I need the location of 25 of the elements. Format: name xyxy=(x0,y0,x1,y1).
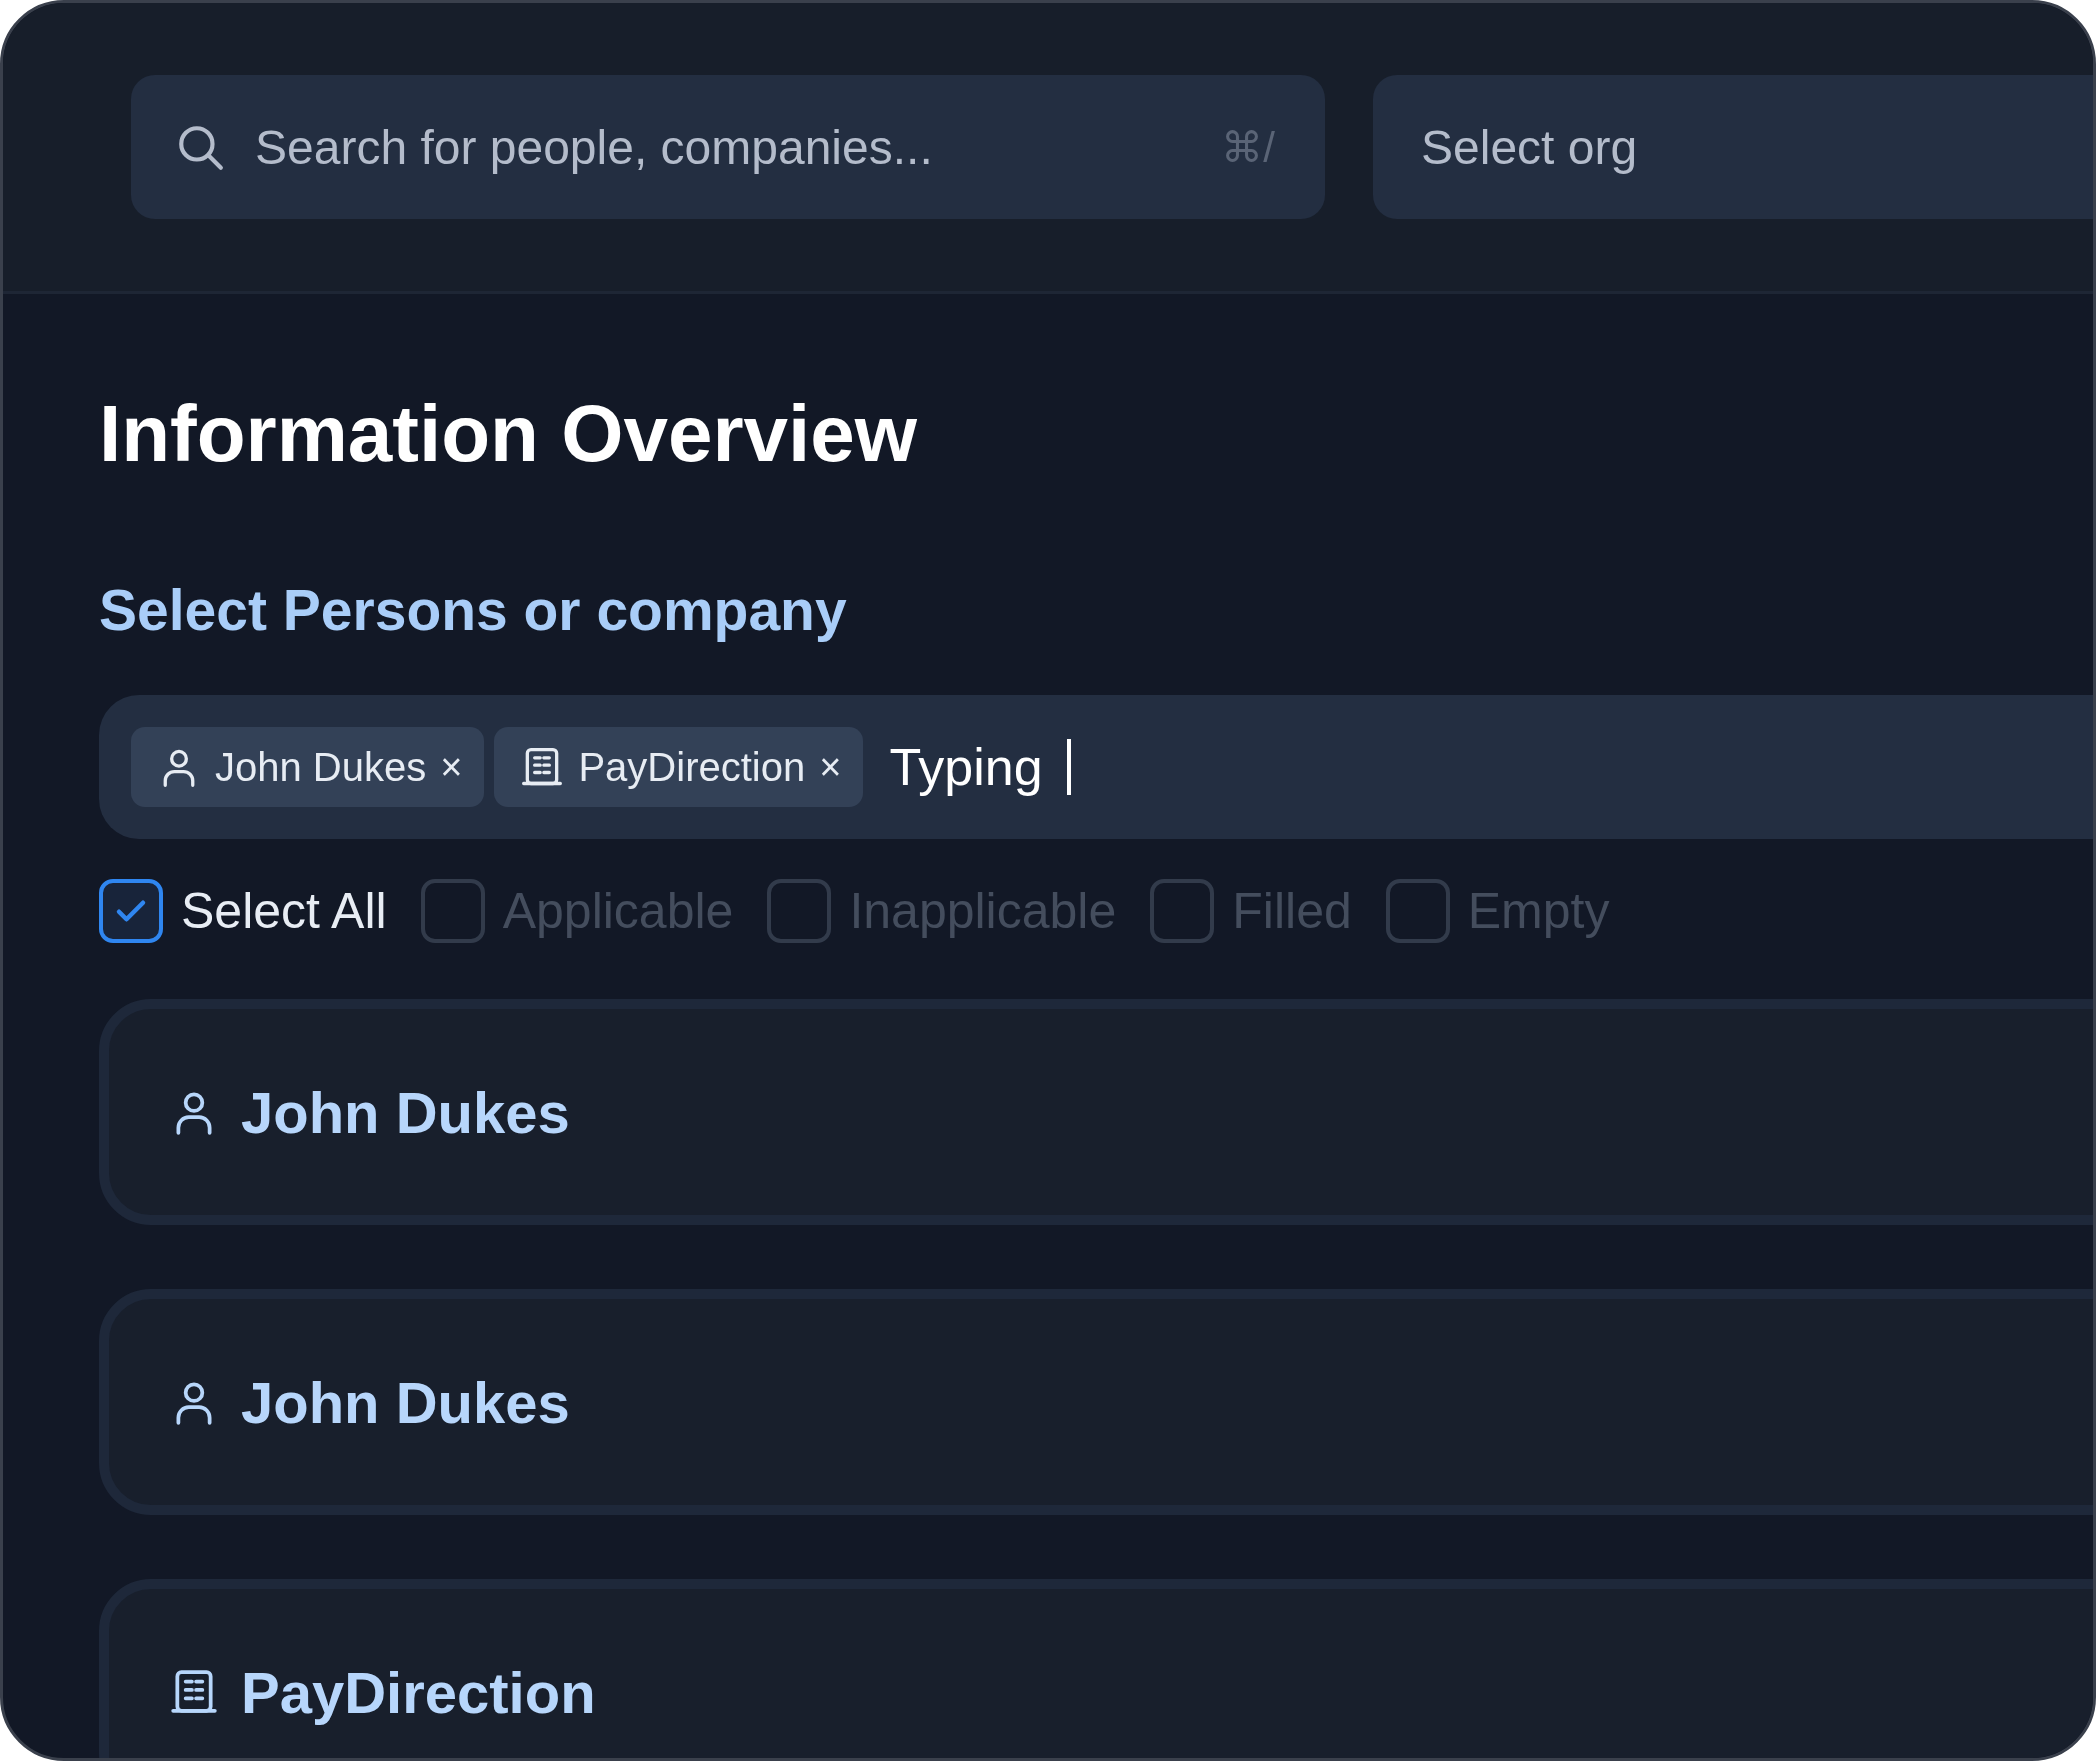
checkbox[interactable] xyxy=(420,879,485,943)
org-select[interactable]: Select org xyxy=(1373,75,2093,219)
entity-card[interactable]: John Dukes xyxy=(99,1289,2093,1515)
entity-card[interactable]: John Dukes xyxy=(99,999,2093,1225)
checkbox-label: Select All xyxy=(181,882,387,940)
entity-name: John Dukes xyxy=(241,1368,570,1436)
remove-tag-button[interactable]: × xyxy=(440,745,463,789)
text-cursor xyxy=(1067,739,1072,795)
search-field[interactable]: Search for people, companies... ⌘/ xyxy=(131,75,1325,219)
entity-name: John Dukes xyxy=(241,1078,570,1146)
entity-name: PayDirection xyxy=(241,1658,596,1726)
checkbox[interactable] xyxy=(1150,879,1215,943)
tag-label: PayDirection xyxy=(578,744,806,790)
shortcut-hint: ⌘/ xyxy=(1221,122,1275,172)
tag-label: John Dukes xyxy=(215,744,427,790)
org-placeholder: Select org xyxy=(1421,119,1638,175)
tag-input-field[interactable]: John Dukes × PayDirection × Typing xyxy=(99,695,2093,839)
search-placeholder: Search for people, companies... xyxy=(255,119,934,175)
remove-tag-button[interactable]: × xyxy=(819,745,842,789)
checkbox[interactable] xyxy=(99,879,163,943)
checkbox[interactable] xyxy=(767,879,832,943)
typed-text: Typing xyxy=(889,737,1044,797)
page-title: Information Overview xyxy=(99,394,918,474)
checkbox[interactable] xyxy=(1385,879,1450,943)
entity-card[interactable]: PayDirection xyxy=(99,1579,2093,1758)
